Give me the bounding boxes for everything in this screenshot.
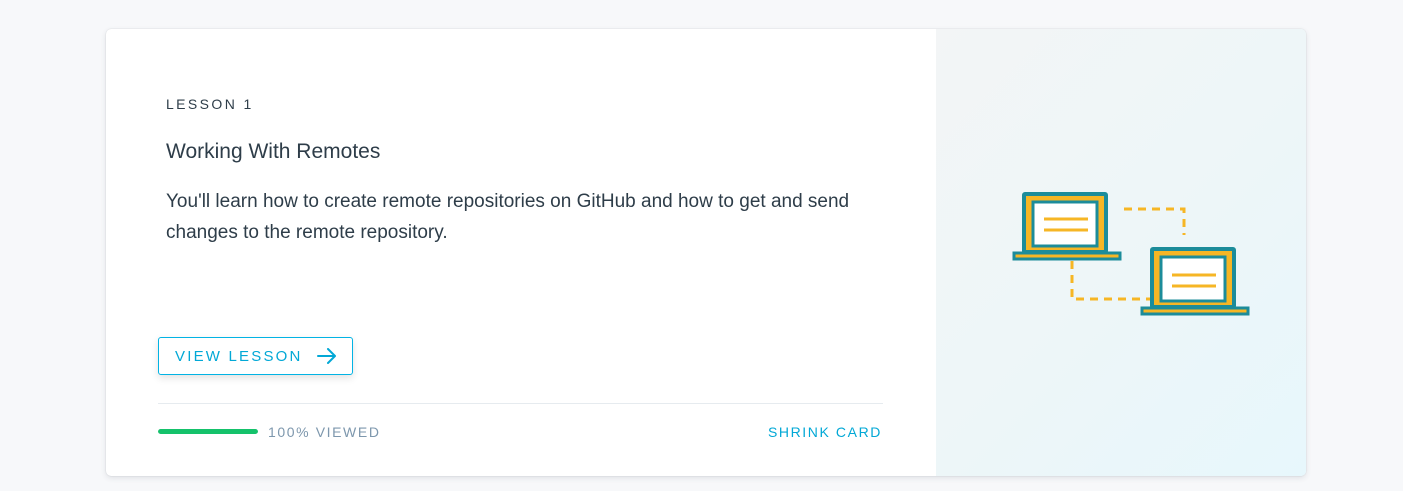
progress-bar <box>158 429 258 434</box>
lesson-title: Working With Remotes <box>166 140 381 163</box>
laptops-connected-icon <box>1012 192 1250 316</box>
progress-label: 100% VIEWED <box>268 424 381 440</box>
progress-bar-fill <box>158 429 258 434</box>
arrow-right-icon <box>316 348 337 364</box>
lesson-description: You'll learn how to create remote reposi… <box>166 191 850 243</box>
card-content: LESSON 1 Working With Remotes You'll lea… <box>106 29 936 476</box>
card-illustration-panel <box>936 29 1306 476</box>
page: LESSON 1 Working With Remotes You'll lea… <box>0 0 1403 491</box>
card-divider <box>158 403 883 404</box>
view-lesson-label: VIEW LESSON <box>175 347 303 365</box>
lesson-number: LESSON 1 <box>166 96 254 112</box>
lesson-card: LESSON 1 Working With Remotes You'll lea… <box>106 29 1306 476</box>
shrink-card-link[interactable]: SHRINK CARD <box>768 424 882 440</box>
view-lesson-button[interactable]: VIEW LESSON <box>158 337 353 375</box>
